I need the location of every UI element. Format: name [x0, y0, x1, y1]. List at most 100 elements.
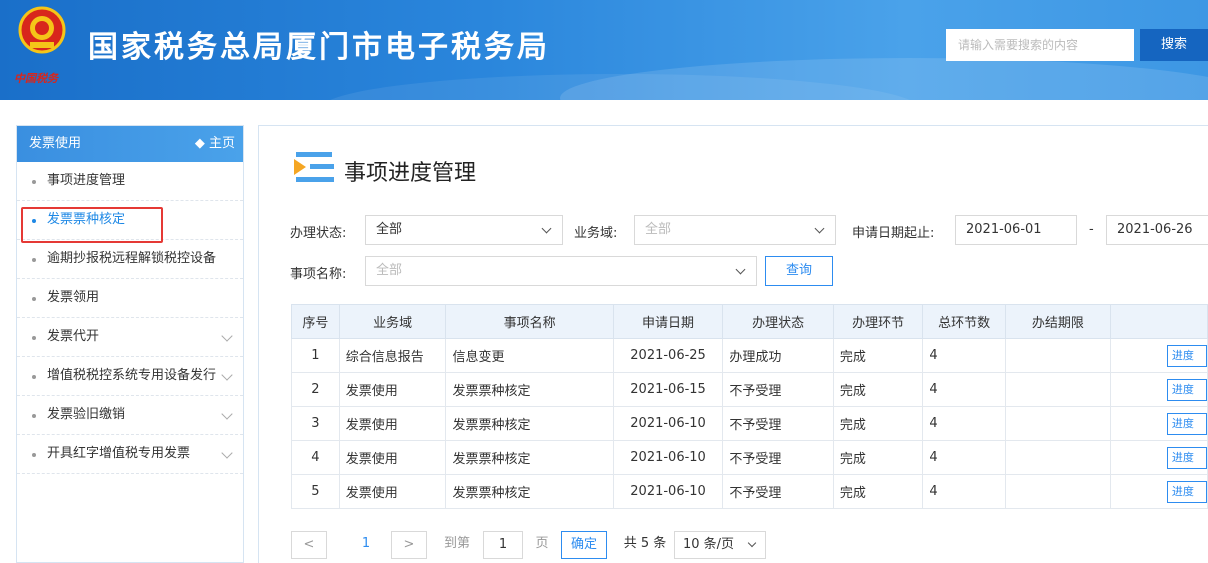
row-total-steps: 4 [922, 440, 1006, 475]
chevron-down-icon [221, 447, 233, 459]
status-select[interactable]: 全部 [365, 215, 563, 245]
row-date: 2021-06-10 [612, 440, 724, 475]
sidebar-item-label: 逾期抄报税远程解锁税控设备 [47, 251, 217, 266]
row-deadline [1004, 372, 1111, 407]
row-status: 不予受理 [722, 406, 834, 441]
row-status: 不予受理 [722, 372, 834, 407]
row-status: 不予受理 [722, 440, 834, 475]
date-separator: - [1089, 222, 1094, 237]
sidebar-item-label: 发票验旧缴销 [47, 407, 126, 422]
row-item-name: 发票票种核定 [445, 372, 614, 407]
table-row: 4 发票使用 发票票种核定 2021-06-10 不予受理 完成 4 进度 [291, 440, 1208, 475]
chevron-down-icon [735, 264, 746, 275]
sidebar-item-label: 事项进度管理 [47, 173, 126, 188]
row-total-steps: 4 [922, 474, 1006, 509]
row-domain: 发票使用 [338, 474, 447, 509]
page-size-value: 10 条/页 [683, 537, 735, 552]
row-step: 完成 [832, 440, 924, 475]
row-step: 完成 [832, 406, 924, 441]
emblem-caption: 中国税务 [14, 72, 58, 85]
progress-button[interactable]: 进度 [1166, 480, 1207, 503]
column-header: 办结期限 [1004, 304, 1111, 339]
column-header: 申请日期 [612, 304, 724, 339]
table-row: 2 发票使用 发票票种核定 2021-06-15 不予受理 完成 4 进度 [291, 372, 1208, 407]
row-item-name: 信息变更 [445, 338, 614, 373]
domain-select[interactable]: 全部 [634, 215, 836, 245]
confirm-page-button[interactable]: 确定 [561, 531, 607, 559]
date-to-input[interactable]: 2021-06-26 [1106, 215, 1208, 245]
page-unit-label: 页 [535, 536, 549, 551]
list-icon [294, 152, 334, 182]
progress-button[interactable]: 进度 [1166, 412, 1207, 435]
chevron-down-icon [221, 408, 233, 420]
highlight-annotation-box [21, 207, 163, 243]
row-number: 4 [291, 440, 340, 475]
row-total-steps: 4 [922, 372, 1006, 407]
status-filter-label: 办理状态: [290, 226, 347, 241]
table-header-row: 序号 业务域 事项名称 申请日期 办理状态 办理环节 总环节数 办结期限 [291, 304, 1208, 339]
sidebar-item-label: 开具红字增值税专用发票 [47, 446, 191, 461]
date-from-input[interactable]: 2021-06-01 [955, 215, 1077, 245]
goto-label: 到第 [443, 536, 470, 551]
row-step: 完成 [832, 474, 924, 509]
progress-table: 序号 业务域 事项名称 申请日期 办理状态 办理环节 总环节数 办结期限 1 综… [291, 304, 1208, 509]
progress-button[interactable]: 进度 [1166, 378, 1207, 401]
progress-button[interactable]: 进度 [1166, 446, 1207, 469]
row-status: 办理成功 [722, 338, 834, 373]
table-row: 5 发票使用 发票票种核定 2021-06-10 不予受理 完成 4 进度 [291, 474, 1208, 509]
item-select[interactable]: 全部 [365, 256, 757, 286]
sidebar: 发票使用 ◆ 主页 事项进度管理 发票票种核定 逾期抄报税远程解锁税控设备 发票… [16, 125, 244, 563]
sidebar-item-invoice-cancellation[interactable]: 发票验旧缴销 [17, 396, 243, 435]
row-domain: 综合信息报告 [338, 338, 447, 373]
progress-button[interactable]: 进度 [1166, 344, 1207, 367]
row-step: 完成 [832, 372, 924, 407]
goto-page-input[interactable]: 1 [483, 531, 523, 559]
row-date: 2021-06-10 [612, 406, 724, 441]
page-size-select[interactable]: 10 条/页 [674, 531, 766, 559]
row-domain: 发票使用 [338, 406, 447, 441]
prev-page-button[interactable]: < [291, 531, 327, 559]
sidebar-item-invoice-agency[interactable]: 发票代开 [17, 318, 243, 357]
tax-emblem-icon [18, 6, 66, 54]
item-filter-label: 事项名称: [290, 267, 347, 282]
row-deadline [1004, 338, 1111, 373]
sidebar-item-invoice-collection[interactable]: 发票领用 [17, 279, 243, 318]
sidebar-item-device-issuance[interactable]: 增值税税控系统专用设备发行 [17, 357, 243, 396]
item-select-placeholder: 全部 [376, 263, 403, 278]
row-date: 2021-06-10 [612, 474, 724, 509]
sidebar-item-progress-management[interactable]: 事项进度管理 [17, 162, 243, 201]
bullet-icon [32, 258, 36, 262]
chevron-down-icon [221, 369, 233, 381]
bullet-icon [32, 297, 36, 301]
sidebar-item-red-invoice[interactable]: 开具红字增值税专用发票 [17, 435, 243, 474]
row-number: 3 [291, 406, 340, 441]
page-title: 事项进度管理 [344, 161, 477, 186]
row-number: 5 [291, 474, 340, 509]
current-page-number[interactable]: 1 [358, 531, 374, 559]
next-page-button[interactable]: > [391, 531, 427, 559]
row-item-name: 发票票种核定 [445, 440, 614, 475]
row-domain: 发票使用 [338, 372, 447, 407]
sidebar-item-remote-unlock[interactable]: 逾期抄报税远程解锁税控设备 [17, 240, 243, 279]
home-link[interactable]: ◆ 主页 [195, 126, 235, 162]
column-header: 序号 [291, 304, 340, 339]
bullet-icon [32, 414, 36, 418]
sidebar-item-label: 增值税税控系统专用设备发行 [47, 368, 217, 383]
site-title: 国家税务总局厦门市电子税务局 [88, 30, 550, 65]
row-status: 不予受理 [722, 474, 834, 509]
row-item-name: 发票票种核定 [445, 406, 614, 441]
sidebar-item-label: 发票代开 [47, 329, 100, 344]
sidebar-section-title: 发票使用 [29, 136, 82, 151]
domain-select-placeholder: 全部 [645, 222, 672, 237]
query-button[interactable]: 查询 [765, 256, 833, 286]
row-item-name: 发票票种核定 [445, 474, 614, 509]
row-deadline [1004, 406, 1111, 441]
column-header: 事项名称 [445, 304, 614, 339]
row-total-steps: 4 [922, 406, 1006, 441]
column-header: 业务域 [338, 304, 447, 339]
search-input[interactable]: 请输入需要搜索的内容 [946, 29, 1134, 61]
bullet-icon [32, 336, 36, 340]
row-date: 2021-06-15 [612, 372, 724, 407]
search-button[interactable]: 搜索 [1140, 29, 1208, 61]
table-row: 3 发票使用 发票票种核定 2021-06-10 不予受理 完成 4 进度 [291, 406, 1208, 441]
